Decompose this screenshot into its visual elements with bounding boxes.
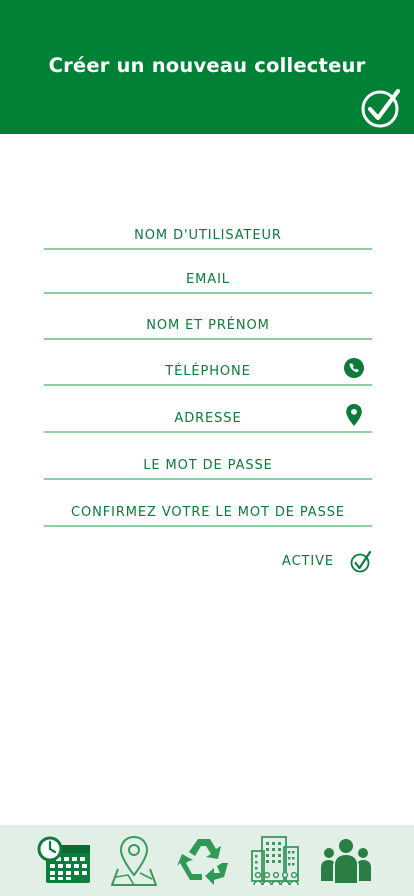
phone-field[interactable]: TÉLÉPHONE: [44, 346, 372, 386]
users-group-icon[interactable]: [318, 833, 374, 889]
username-field[interactable]: NOM D'UTILISATEUR: [44, 210, 372, 250]
active-toggle[interactable]: ACTIVE: [282, 550, 374, 576]
address-label: ADRESSE: [174, 411, 242, 426]
email-field[interactable]: EMAIL: [44, 254, 372, 294]
phone-icon: [344, 358, 364, 378]
header-bar: Créer un nouveau collecteur: [0, 0, 414, 134]
active-label: ACTIVE: [282, 554, 335, 569]
buildings-icon[interactable]: [246, 833, 302, 889]
phone-label: TÉLÉPHONE: [165, 364, 251, 379]
email-label: EMAIL: [186, 272, 230, 287]
confirm-password-label: CONFIRMEZ VOTRE LE MOT DE PASSE: [70, 505, 346, 520]
recycle-icon[interactable]: [176, 833, 232, 889]
bottom-nav: [0, 825, 414, 896]
page-title: Créer un nouveau collecteur: [48, 54, 366, 77]
username-label: NOM D'UTILISATEUR: [134, 228, 282, 243]
password-field[interactable]: LE MOT DE PASSE: [44, 440, 372, 480]
check-circle-icon[interactable]: [360, 87, 402, 129]
calendar-clock-icon[interactable]: [36, 833, 92, 889]
fullname-label: NOM ET PRÉNOM: [146, 318, 270, 333]
map-pin-icon[interactable]: [106, 833, 162, 889]
address-field[interactable]: ADRESSE: [44, 393, 372, 433]
fullname-field[interactable]: NOM ET PRÉNOM: [44, 300, 372, 340]
password-label: LE MOT DE PASSE: [143, 458, 273, 473]
check-circle-icon[interactable]: [350, 550, 372, 574]
location-pin-icon: [346, 404, 362, 426]
confirm-password-field[interactable]: CONFIRMEZ VOTRE LE MOT DE PASSE: [44, 487, 372, 527]
